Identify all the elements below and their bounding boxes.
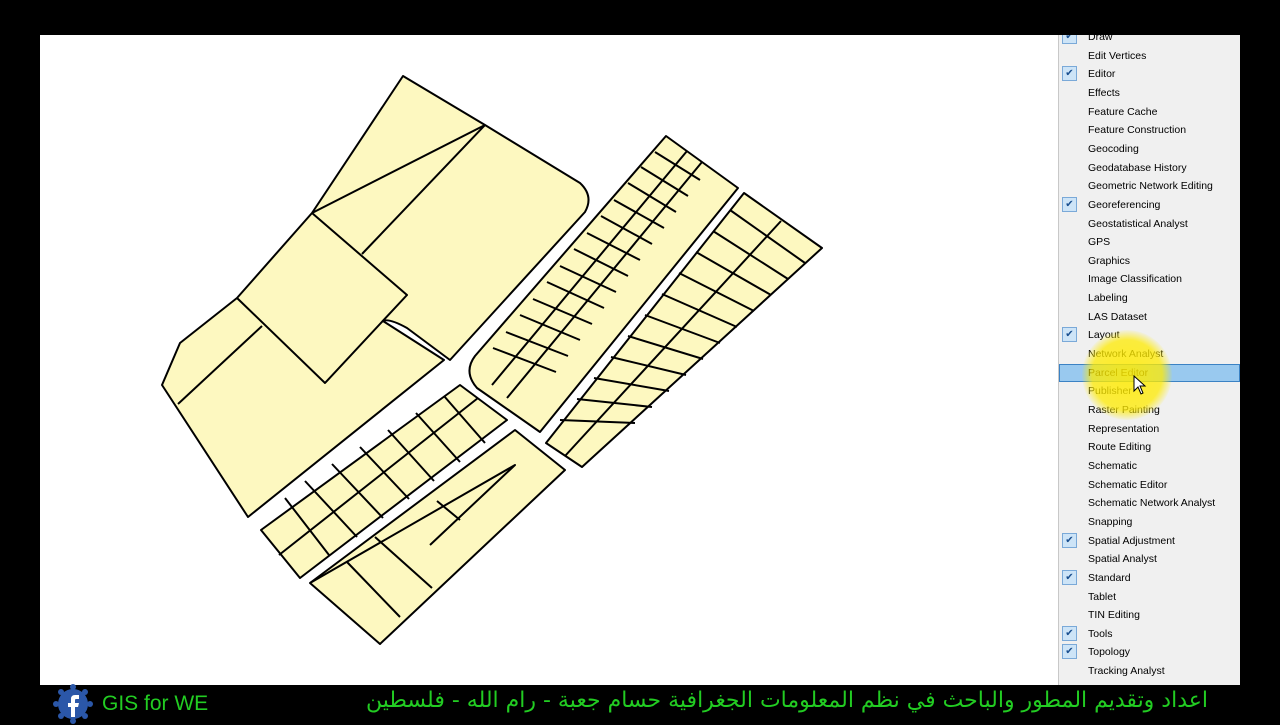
menu-item-edit-vertices[interactable]: Edit Vertices [1059,47,1240,65]
menu-item-layout[interactable]: ✔ Layout [1059,326,1240,344]
map-canvas[interactable] [40,35,1060,685]
menu-item-schematic-editor[interactable]: Schematic Editor [1059,476,1240,494]
menu-item-georeferencing[interactable]: ✔ Georeferencing [1059,196,1240,214]
menu-item-tools[interactable]: ✔ Tools [1059,625,1240,643]
menu-item-label: Geocoding [1088,142,1139,155]
menu-item-schematic-network-analyst[interactable]: Schematic Network Analyst [1059,494,1240,512]
menu-item-label: Tools [1088,627,1113,640]
menu-item-representation[interactable]: Representation [1059,420,1240,438]
menu-item-topology[interactable]: ✔ Topology [1059,643,1240,661]
menu-item-label: Graphics [1088,254,1131,267]
check-icon: ✔ [1062,625,1077,641]
menu-item-label: Schematic [1088,459,1138,472]
menu-item-label: Representation [1088,422,1160,435]
menu-item-geodatabase-history[interactable]: Geodatabase History [1059,159,1240,177]
menu-item-publisher[interactable]: Publisher [1059,382,1240,400]
parcel-map[interactable] [40,35,1060,685]
menu-item-label: Standard [1088,571,1131,584]
menu-item-label: Topology [1088,646,1131,659]
menu-item-geostatistical-analyst[interactable]: Geostatistical Analyst [1059,215,1240,233]
menu-item-label: Feature Cache [1088,105,1158,118]
menu-item-label: Feature Construction [1088,124,1187,137]
brand-name: GIS for WE [102,692,209,715]
menu-item-label: Schematic Editor [1088,478,1168,491]
menu-item-tablet[interactable]: Tablet [1059,588,1240,606]
menu-item-label: Route Editing [1088,441,1152,454]
menu-item-label: Snapping [1088,515,1133,528]
menu-item-graphics[interactable]: Graphics [1059,252,1240,270]
menu-item-label: Tablet [1088,590,1117,603]
menu-item-tracking-analyst[interactable]: Tracking Analyst [1059,662,1240,680]
menu-item-label: TIN Editing [1088,609,1140,622]
menu-item-label: Tracking Analyst [1088,665,1165,678]
menu-item-label: Spatial Analyst [1088,553,1157,566]
menu-item-label: Draw [1088,35,1113,43]
check-icon: ✔ [1062,532,1077,548]
menu-item-parcel-editor[interactable]: Parcel Editor [1059,363,1240,382]
menu-item-label: Edit Vertices [1088,49,1147,62]
menu-item-schematic[interactable]: Schematic [1059,457,1240,475]
menu-item-gps[interactable]: GPS [1059,233,1240,251]
facebook-icon[interactable] [52,683,94,725]
check-icon: ✔ [1062,569,1077,585]
menu-item-feature-cache[interactable]: Feature Cache [1059,103,1240,121]
menu-item-draw[interactable]: ✔ Draw [1059,35,1240,46]
menu-item-label: Geostatistical Analyst [1088,217,1188,230]
check-icon: ✔ [1062,196,1077,212]
menu-item-image-classification[interactable]: Image Classification [1059,270,1240,288]
menu-item-label: Spatial Adjustment [1088,534,1175,547]
menu-item-snapping[interactable]: Snapping [1059,513,1240,531]
menu-item-label: Georeferencing [1088,198,1161,211]
menu-item-spatial-adjustment[interactable]: ✔ Spatial Adjustment [1059,532,1240,550]
menu-item-label: Schematic Network Analyst [1088,497,1216,510]
menu-item-feature-construction[interactable]: Feature Construction [1059,121,1240,139]
menu-item-editor[interactable]: ✔ Editor [1059,65,1240,83]
menu-item-network-analyst[interactable]: Network Analyst [1059,345,1240,363]
menu-item-label: Geodatabase History [1088,161,1187,174]
menu-item-spatial-analyst[interactable]: Spatial Analyst [1059,550,1240,568]
menu-item-label: Editor [1088,68,1116,81]
check-icon: ✔ [1062,644,1077,660]
menu-item-raster-painting[interactable]: Raster Painting [1059,401,1240,419]
menu-item-tin-editing[interactable]: TIN Editing [1059,606,1240,624]
menu-item-effects[interactable]: Effects [1059,84,1240,102]
credit-text: اعداد وتقديم المطور والباحث في نظم المعل… [365,688,1208,713]
mouse-pointer-icon [1133,375,1147,395]
menu-item-geometric-network-editing[interactable]: Geometric Network Editing [1059,177,1240,195]
menu-item-geocoding[interactable]: Geocoding [1059,140,1240,158]
menu-item-label: Geometric Network Editing [1088,180,1213,193]
menu-item-label: Labeling [1088,292,1128,305]
menu-item-las-dataset[interactable]: LAS Dataset [1059,308,1240,326]
menu-item-label: LAS Dataset [1088,310,1147,323]
menu-item-label: Layout [1088,329,1120,342]
menu-item-labeling[interactable]: Labeling [1059,289,1240,307]
menu-item-label: GPS [1088,236,1111,249]
menu-item-label: Image Classification [1088,273,1182,286]
menu-item-label: Effects [1088,86,1120,99]
toolbar-context-menu[interactable]: ✔ Draw Edit Vertices ✔ Editor Effects Feature … [1058,35,1240,685]
menu-item-label: Network Analyst [1088,348,1164,361]
check-icon: ✔ [1062,35,1077,44]
menu-item-standard[interactable]: ✔ Standard [1059,569,1240,587]
menu-item-label: Publisher [1088,385,1132,398]
check-icon: ✔ [1062,327,1077,343]
menu-item-label: Raster Painting [1088,404,1160,416]
check-icon: ✔ [1062,66,1077,82]
menu-item-route-editing[interactable]: Route Editing [1059,438,1240,456]
